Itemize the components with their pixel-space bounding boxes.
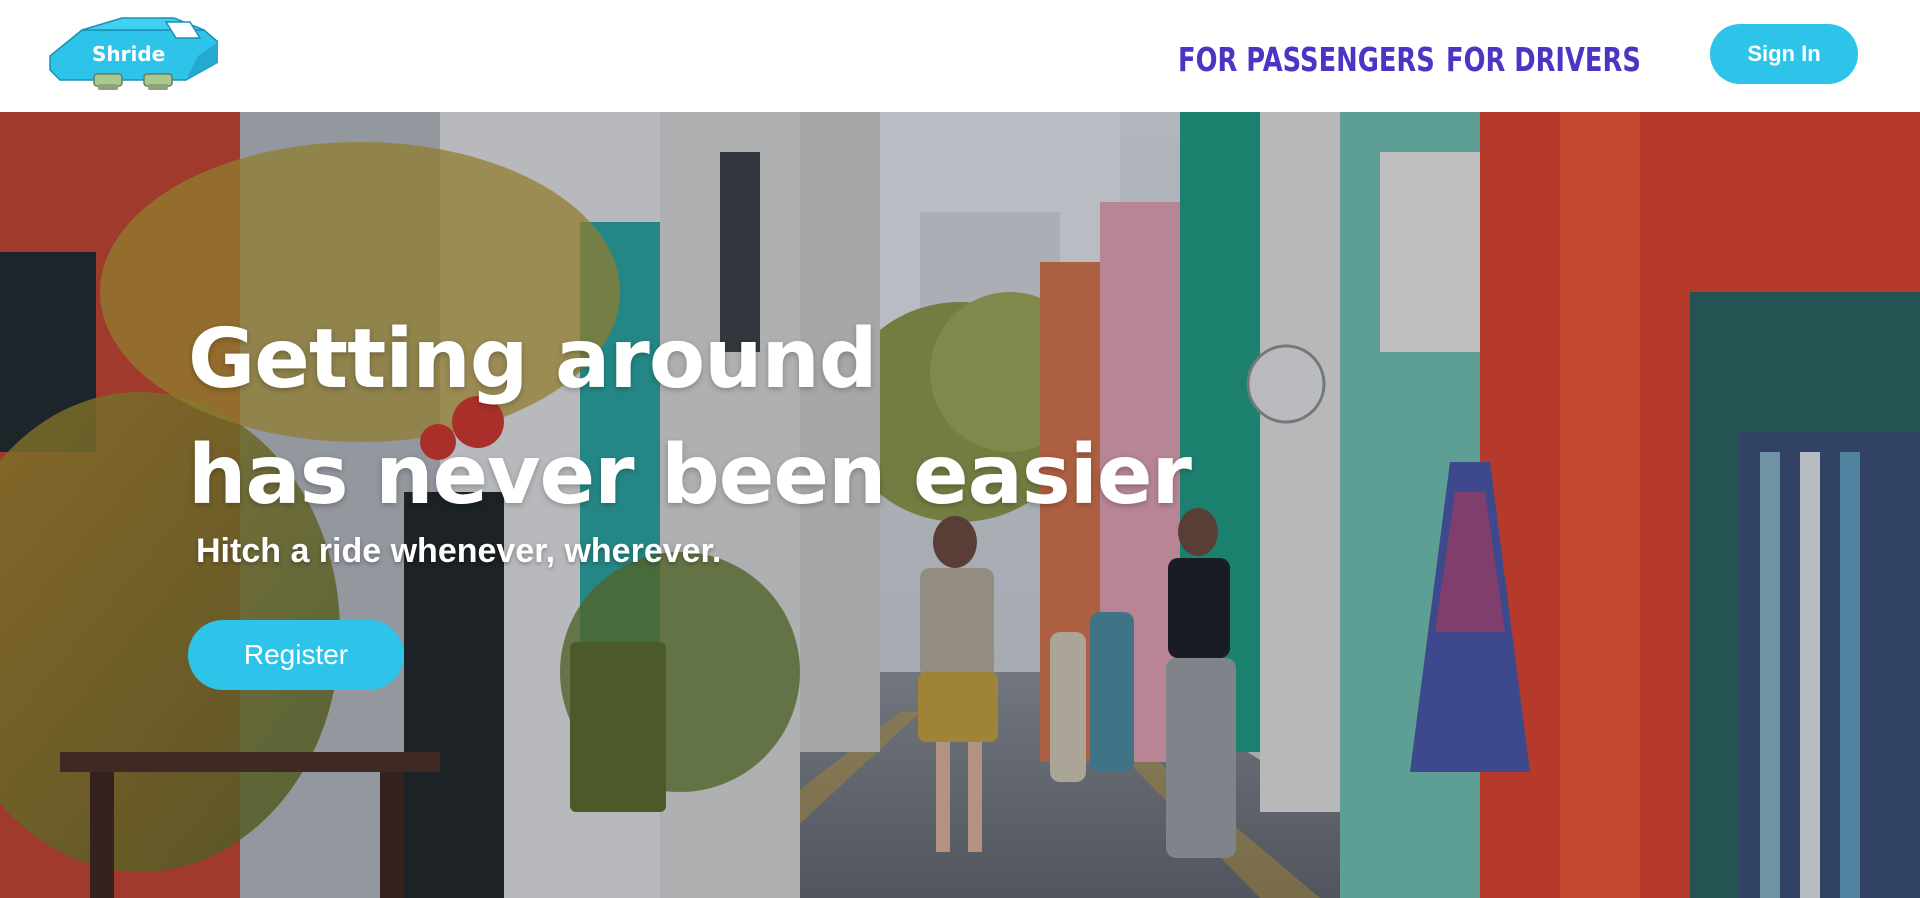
hero-title: Getting around has never been easier [188,302,1192,534]
hero-subtitle: Hitch a ride whenever, wherever. [196,532,722,570]
top-navbar: Shride FOR PASSENGERS FOR DRIVERS Sign I… [0,0,1920,112]
hero-section: Getting around has never been easier Hit… [0,112,1920,898]
sign-in-button[interactable]: Sign In [1710,24,1858,84]
hero-title-line-1: Getting around [188,312,878,407]
hero-title-line-2: has never been easier [188,428,1192,523]
logo-wordmark: Shride [92,42,166,66]
nav-for-passengers[interactable]: FOR PASSENGERS [1178,36,1435,84]
nav-for-drivers[interactable]: FOR DRIVERS [1446,36,1641,84]
shride-logo[interactable]: Shride [48,16,218,92]
register-button[interactable]: Register [188,620,404,690]
